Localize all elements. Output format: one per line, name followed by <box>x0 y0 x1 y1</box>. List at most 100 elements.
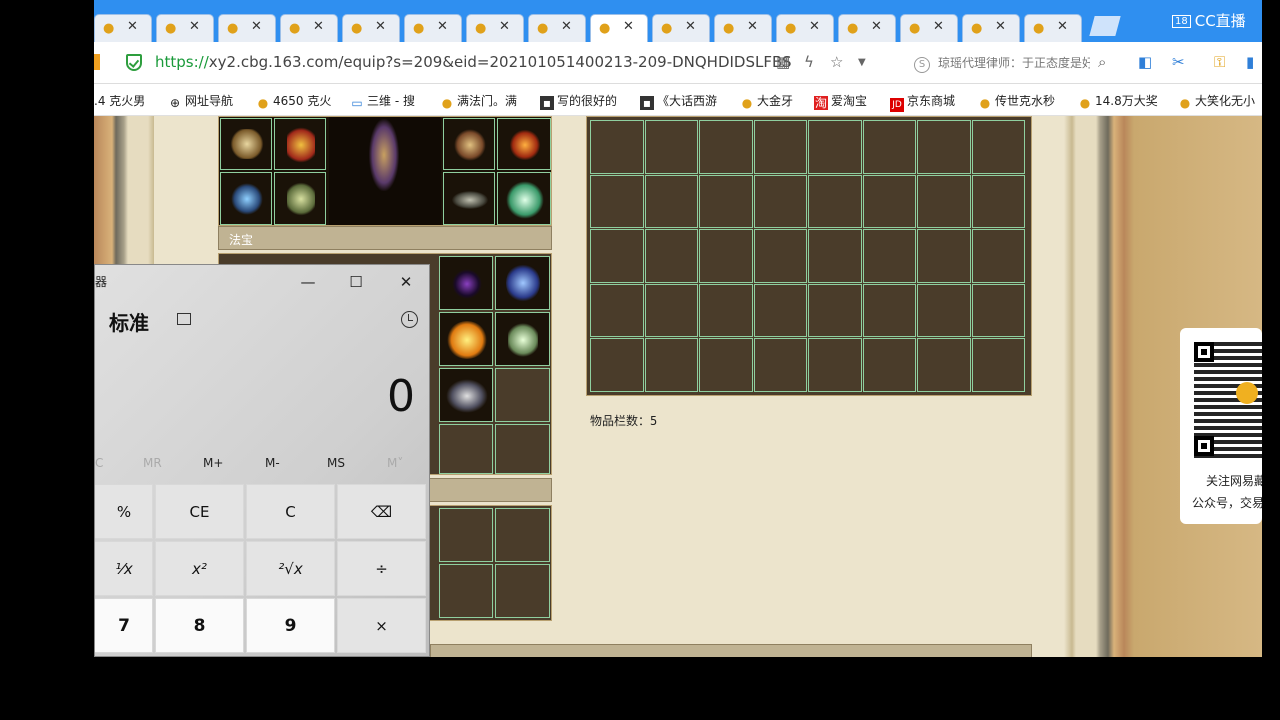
equip-slot[interactable] <box>497 118 551 170</box>
digit-8-button[interactable]: 8 <box>155 598 244 653</box>
browser-tab[interactable]: ● ✕ <box>218 14 276 42</box>
tab-close-icon[interactable]: ✕ <box>561 19 572 34</box>
fabao-slot[interactable] <box>439 256 493 310</box>
browser-tab[interactable]: ● ✕ <box>94 14 152 42</box>
inventory-slot[interactable] <box>699 174 753 228</box>
clear-button[interactable]: C <box>246 484 335 539</box>
tab-close-icon[interactable]: ✕ <box>623 19 634 34</box>
backspace-button[interactable]: ⌫ <box>337 484 426 539</box>
tab-close-icon[interactable]: ✕ <box>437 19 448 34</box>
percent-button[interactable]: % <box>95 484 153 539</box>
fabao-slot[interactable] <box>439 368 493 422</box>
inventory-slot[interactable] <box>590 174 644 228</box>
bookmark-item[interactable]: ● 大笑化无小 <box>1178 92 1255 110</box>
tab-close-icon[interactable]: ✕ <box>499 19 510 34</box>
memory-clear-button[interactable]: C <box>95 456 103 470</box>
close-button[interactable]: ✕ <box>391 271 421 293</box>
browser-tab[interactable]: ● ✕ <box>838 14 896 42</box>
inventory-slot[interactable] <box>753 283 807 337</box>
inventory-slot[interactable] <box>753 229 807 283</box>
inventory-slot[interactable] <box>917 229 971 283</box>
inventory-slot[interactable] <box>590 338 644 392</box>
search-suggestion[interactable]: S 琼瑶代理律师：于正态度是好的 <box>914 54 1090 73</box>
memory-add-button[interactable]: M+ <box>203 456 223 470</box>
fabao-slot[interactable] <box>495 424 550 474</box>
browser-tab[interactable]: ● ✕ <box>156 14 214 42</box>
inventory-slot[interactable] <box>862 283 916 337</box>
equip-slot[interactable] <box>443 118 495 170</box>
square-button[interactable]: x² <box>155 541 244 596</box>
bookmark-item[interactable]: ● 大金牙 <box>740 92 793 110</box>
digit-7-button[interactable]: 7 <box>95 598 153 653</box>
browser-tab[interactable]: ● ✕ <box>404 14 462 42</box>
inventory-slot[interactable] <box>862 120 916 174</box>
clear-entry-button[interactable]: CE <box>155 484 244 539</box>
bookmark-item[interactable]: ▭ 三维 - 搜 <box>350 92 415 110</box>
browser-tab[interactable]: ● ✕ <box>900 14 958 42</box>
inventory-slot[interactable] <box>971 338 1025 392</box>
inventory-slot[interactable] <box>644 174 698 228</box>
equip-slot[interactable] <box>497 172 551 225</box>
inventory-slot[interactable] <box>699 338 753 392</box>
inventory-slot[interactable] <box>644 283 698 337</box>
tab-close-icon[interactable]: ✕ <box>809 19 820 34</box>
secure-shield-icon[interactable] <box>126 54 142 71</box>
bookmark-item[interactable]: ● 4650 克火 <box>256 92 332 110</box>
inventory-slot[interactable] <box>590 229 644 283</box>
bookmark-item[interactable]: ● 满法门。满 <box>440 92 517 110</box>
inventory-slot[interactable] <box>971 120 1025 174</box>
memory-recall-button[interactable]: MR <box>143 456 162 470</box>
fabao-slot[interactable] <box>439 312 493 366</box>
inventory-slot[interactable] <box>917 174 971 228</box>
grid-slot[interactable] <box>439 564 493 618</box>
tab-close-icon[interactable]: ✕ <box>375 19 386 34</box>
minimize-button[interactable]: — <box>293 271 323 293</box>
url-field[interactable]: https://xy2.cbg.163.com/equip?s=209&eid=… <box>155 53 792 71</box>
tab-close-icon[interactable]: ✕ <box>871 19 882 34</box>
bookmark-item[interactable]: ● 传世克水秒 <box>978 92 1055 110</box>
fabao-slot[interactable] <box>495 256 550 310</box>
square-root-button[interactable]: ²√x <box>246 541 335 596</box>
digit-9-button[interactable]: 9 <box>246 598 335 653</box>
tab-close-icon[interactable]: ✕ <box>313 19 324 34</box>
inventory-slot[interactable] <box>917 338 971 392</box>
equip-slot[interactable] <box>220 118 272 170</box>
qr-card[interactable]: 关注网易藏 公众号，交易 <box>1180 328 1262 524</box>
bookmark-item[interactable]: ▪ 《大话西游 <box>640 92 717 110</box>
inventory-slot[interactable] <box>753 120 807 174</box>
star-icon[interactable]: ☆ <box>830 53 843 71</box>
browser-tab[interactable]: ● ✕ <box>776 14 834 42</box>
inventory-slot[interactable] <box>644 120 698 174</box>
memory-list-button[interactable]: M˅ <box>387 456 403 470</box>
browser-tab[interactable]: ● ✕ <box>962 14 1020 42</box>
menu-icon[interactable]: ▮ <box>1246 53 1254 71</box>
scissors-icon[interactable]: ✂ <box>1172 53 1185 71</box>
inventory-slot[interactable] <box>699 283 753 337</box>
tab-close-icon[interactable]: ✕ <box>747 19 758 34</box>
browser-tab-active[interactable]: ● ✕ <box>590 14 648 42</box>
inventory-slot[interactable] <box>590 283 644 337</box>
inventory-slot[interactable] <box>753 174 807 228</box>
multiply-button[interactable]: × <box>337 598 426 653</box>
browser-tab[interactable]: ● ✕ <box>1024 14 1082 42</box>
inventory-slot[interactable] <box>917 120 971 174</box>
grid-slot[interactable] <box>495 564 550 618</box>
tab-close-icon[interactable]: ✕ <box>189 19 200 34</box>
inventory-slot[interactable] <box>862 338 916 392</box>
grid-slot[interactable] <box>495 508 550 562</box>
equip-slot[interactable] <box>443 172 495 225</box>
new-tab-button[interactable] <box>1089 16 1121 36</box>
inventory-slot[interactable] <box>644 229 698 283</box>
extension-icon[interactable]: ◧ <box>1138 53 1152 71</box>
bookmark-item[interactable]: ▪ 写的很好的 <box>540 92 617 110</box>
divide-button[interactable]: ÷ <box>337 541 426 596</box>
lightning-icon[interactable]: ϟ <box>804 53 814 71</box>
key-icon[interactable]: ⚿ <box>1214 53 1225 71</box>
bookmark-item[interactable]: JD 京东商城 <box>890 92 955 112</box>
browser-tab[interactable]: ● ✕ <box>652 14 710 42</box>
inventory-slot[interactable] <box>753 338 807 392</box>
bookmark-item[interactable]: ⊕ 网址导航 <box>168 92 233 110</box>
inventory-slot[interactable] <box>862 174 916 228</box>
bookmark-item[interactable]: .4 克火男 <box>94 92 145 109</box>
inventory-slot[interactable] <box>808 174 862 228</box>
